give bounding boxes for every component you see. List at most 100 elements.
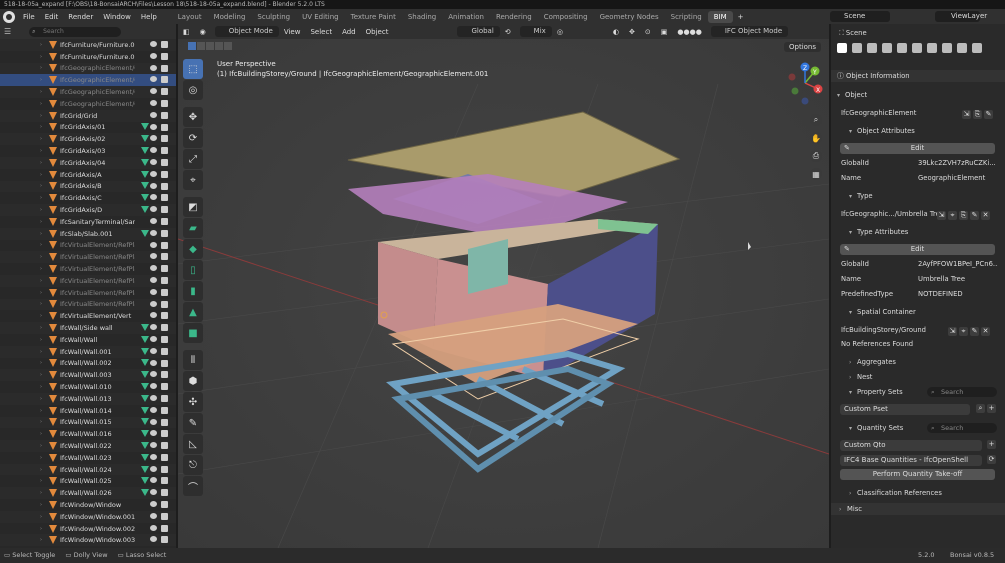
expand-arrow-icon[interactable]: › [40,408,46,414]
expand-arrow-icon[interactable]: › [40,195,46,201]
outliner-row[interactable]: › IfcWall/Wall.014 [0,405,176,417]
outliner-row[interactable]: › IfcWall/Wall.016 [0,428,176,440]
stair-tool-icon[interactable]: ⫴ [183,350,203,370]
render-camera-icon[interactable] [161,477,168,485]
outliner-row[interactable]: › IfcSlab/Slab.001 [0,227,176,240]
outliner-row[interactable]: › IfcWall/Wall.024 [0,463,176,476]
door-tool-icon[interactable]: ▯ [183,260,203,280]
visibility-eye-icon[interactable] [150,371,157,378]
select-icon[interactable]: ⇲ [962,109,971,119]
section-spatial-container[interactable]: ▾ Spatial Container [831,306,1005,318]
expand-arrow-icon[interactable]: › [40,396,46,402]
tab-bim[interactable]: BIM [707,10,733,23]
outliner-row[interactable]: › IfcWall/Wall.025 [0,475,176,487]
refresh-icon[interactable]: ⟳ [987,455,996,464]
expand-arrow-icon[interactable]: › [40,325,46,331]
render-camera-icon[interactable] [161,99,168,107]
expand-arrow-icon[interactable]: › [40,148,46,154]
add-workspace-icon[interactable]: + [733,13,749,21]
ifc-mode-selector[interactable]: IFC Object Mode [710,26,789,37]
expand-arrow-icon[interactable]: › [40,514,46,520]
scene-selector[interactable]: Scene [830,11,890,22]
outliner-menu-icon[interactable]: ☰ [4,27,11,36]
render-camera-icon[interactable] [161,489,168,497]
cursor-tool-icon[interactable]: ◎ [183,80,203,100]
outliner-row[interactable]: › IfcWall/Wall.026 [0,487,176,500]
tab-geometry-icon[interactable] [852,43,862,53]
view-icon[interactable]: ◉ [195,28,211,36]
outliner-row[interactable]: › IfcWindow/Window.003 [0,534,176,547]
tab-layout[interactable]: Layout [172,13,208,21]
outliner-row[interactable]: › IfcWall/Side wall [0,322,176,334]
visibility-eye-icon[interactable] [150,300,157,307]
storey-select-icon[interactable]: ⇲ [948,326,957,336]
view-layer-selector[interactable]: ViewLayer [935,11,987,22]
outliner-row[interactable]: › IfcGridAxis/C [0,192,176,204]
type-remove-icon[interactable]: ✕ [981,210,990,220]
visibility-eye-icon[interactable] [150,276,157,283]
tab-services-icon[interactable] [882,43,892,53]
outliner-row[interactable]: › IfcWall/Wall.013 [0,392,176,405]
visibility-icon[interactable]: ◐ [608,28,624,36]
render-camera-icon[interactable] [161,288,168,296]
mesh-data-icon[interactable] [141,229,149,238]
expand-arrow-icon[interactable]: › [40,136,46,142]
render-camera-icon[interactable] [161,147,168,155]
expand-arrow-icon[interactable]: › [40,207,46,213]
mesh-data-icon[interactable] [141,324,149,332]
expand-arrow-icon[interactable]: › [40,372,46,378]
visibility-eye-icon[interactable] [150,147,157,154]
mesh-data-icon[interactable] [141,430,149,438]
camera-icon[interactable]: ⎙ [810,150,822,162]
gizmo-toggle-icon[interactable]: ✥ [624,28,640,36]
visibility-eye-icon[interactable] [150,312,157,319]
render-camera-icon[interactable] [161,512,168,520]
menu-help[interactable]: Help [136,13,162,21]
expand-arrow-icon[interactable]: › [40,254,46,260]
perform-qto-button[interactable]: Perform Quantity Take-off [840,469,995,480]
select-mode-buttons[interactable] [188,42,232,50]
3d-viewport[interactable]: ◧ ◉ Object Mode View Select Add Object G… [178,24,829,548]
outliner-row[interactable]: › IfcGridAxis/01 [0,122,176,134]
outliner-search-input[interactable]: ⌕ Search [29,26,122,37]
outliner-row[interactable]: › IfcVirtualElement/RefPla [0,251,176,264]
storey-filter-icon[interactable]: ⌖ [959,326,968,336]
visibility-eye-icon[interactable] [150,383,157,390]
menu-render[interactable]: Render [63,13,98,21]
render-camera-icon[interactable] [161,265,168,273]
transform-tool-icon[interactable]: ⌖ [183,170,203,190]
mesh-data-icon[interactable] [141,158,149,167]
visibility-eye-icon[interactable] [150,394,157,401]
mode-selector[interactable]: Object Mode [214,26,279,37]
mesh-data-icon[interactable] [141,359,149,367]
options-button[interactable]: Options [784,42,822,52]
menu-select[interactable]: Select [305,28,337,36]
outliner-row[interactable]: › IfcWall/Wall.001 [0,345,176,358]
expand-arrow-icon[interactable]: › [40,77,46,83]
expand-arrow-icon[interactable]: › [40,124,46,130]
storey-edit-icon[interactable]: ✎ [970,326,979,336]
outliner-row[interactable]: › IfcWall/Wall.010 [0,381,176,393]
mesh-data-icon[interactable] [141,418,149,426]
render-camera-icon[interactable] [161,430,168,438]
tab-animation[interactable]: Animation [442,13,490,21]
render-camera-icon[interactable] [161,524,168,532]
editor-type-icon[interactable]: ◧ [178,28,195,36]
slab-tool-icon[interactable]: ◆ [183,239,203,259]
tab-drawings-icon[interactable] [867,43,877,53]
expand-arrow-icon[interactable]: › [40,290,46,296]
render-camera-icon[interactable] [161,206,168,214]
measure-tool-icon[interactable]: ✎ [183,413,203,433]
expand-arrow-icon[interactable]: › [40,384,46,390]
beam-tool-icon[interactable]: ▲ [183,302,203,322]
visibility-eye-icon[interactable] [150,217,157,224]
visibility-eye-icon[interactable] [150,512,157,519]
outliner-row[interactable]: › IfcWall/Wall.003 [0,369,176,382]
column-tool-icon[interactable]: ▮ [183,281,203,301]
render-camera-icon[interactable] [161,123,168,131]
select-box-tool-icon[interactable]: ⬚ [183,59,203,79]
mesh-data-icon[interactable] [141,170,149,179]
outliner-row[interactable]: › IfcGridAxis/D [0,204,176,216]
outliner-row[interactable]: › IfcGridAxis/04 [0,156,176,169]
visibility-eye-icon[interactable] [150,465,157,472]
